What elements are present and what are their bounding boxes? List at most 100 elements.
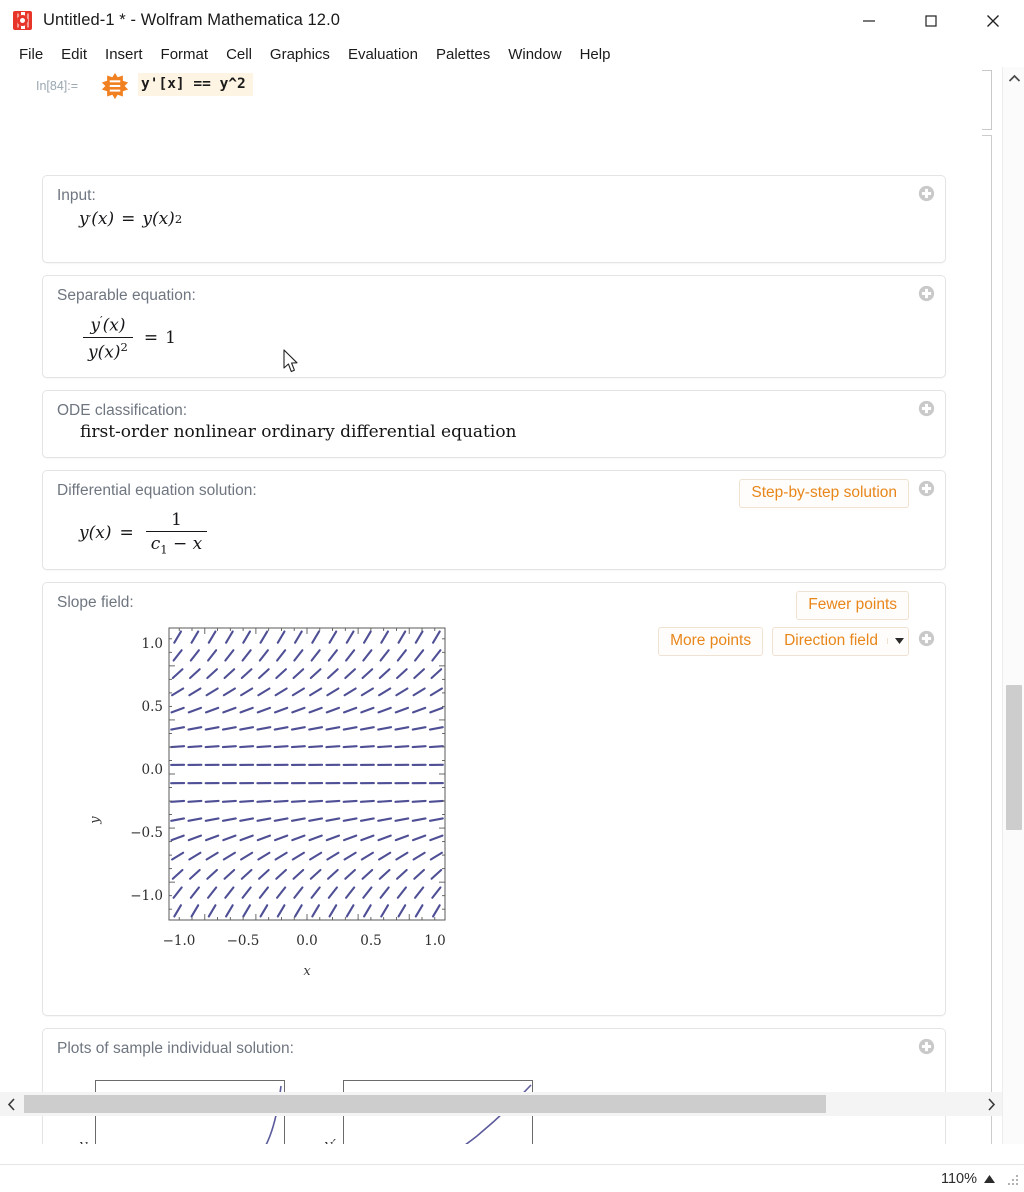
- solution-lhs-fn: y: [79, 523, 89, 544]
- step-by-step-solution-button[interactable]: Step-by-step solution: [739, 479, 909, 508]
- close-button[interactable]: [962, 0, 1024, 41]
- menu-item-palettes[interactable]: Palettes: [427, 44, 499, 65]
- svg-text:0.5: 0.5: [360, 933, 381, 949]
- notebook-canvas[interactable]: In[84]:= y'[x] == y^2 Input: y ′ (x) = y (x…: [0, 67, 1002, 1144]
- chevron-up-icon[interactable]: [1003, 67, 1024, 89]
- pod-ode-classification[interactable]: ODE classification: first-order nonlinea…: [42, 390, 946, 458]
- solution-denominator: c1 − x: [145, 531, 208, 557]
- menu-item-graphics[interactable]: Graphics: [261, 44, 339, 65]
- pod-slope-field[interactable]: Slope field: Fewer points More points Di…: [42, 582, 946, 1016]
- slope-field-plot[interactable]: y 1.0 0.5 0.0 −0.5 −1.0 −1.0 −0.5 0.0 0.…: [91, 620, 511, 980]
- plus-circle-icon[interactable]: [918, 1038, 935, 1055]
- solution-pod-buttons: Step-by-step solution: [739, 479, 909, 508]
- caret-up-icon[interactable]: [984, 1174, 995, 1183]
- alpha-results-pods: Input: y ′ (x) = y (x) 2 Separable equation:…: [42, 175, 946, 1144]
- input-equals: =: [121, 209, 136, 229]
- solution-numerator: 1: [171, 510, 182, 530]
- menu-item-file[interactable]: File: [10, 44, 52, 65]
- pod-title-sample-solution-plots: Plots of sample individual solution:: [57, 1040, 294, 1057]
- pod-title-separable-equation: Separable equation:: [57, 287, 196, 304]
- svg-text:1.0: 1.0: [142, 636, 163, 652]
- statusbar: 110%: [0, 1164, 1024, 1192]
- horizontal-scrollbar[interactable]: [0, 1092, 1002, 1116]
- input-cell[interactable]: In[84]:= y'[x] == y^2: [0, 70, 1002, 108]
- menu-item-help[interactable]: Help: [571, 44, 620, 65]
- pod-differential-equation-solution[interactable]: Differential equation solution: y (x) = 1…: [42, 470, 946, 570]
- window-title: Untitled-1 * - Wolfram Mathematica 12.0: [43, 11, 341, 29]
- window-controls: [838, 0, 1024, 41]
- menu-item-evaluation[interactable]: Evaluation: [339, 44, 427, 65]
- solution-den-subscript: 1: [160, 542, 168, 557]
- separable-fraction: y′(x) y(x)2: [83, 313, 133, 362]
- chevron-left-icon[interactable]: [0, 1092, 22, 1116]
- input-lhs-fn: y: [79, 209, 89, 229]
- separable-rhs: 1: [165, 327, 176, 348]
- input-rhs-fn: y: [142, 209, 152, 229]
- chevron-right-icon[interactable]: [980, 1092, 1002, 1116]
- svg-text:−1.0: −1.0: [130, 888, 163, 904]
- minimize-button[interactable]: [838, 0, 900, 41]
- window-titlebar: Untitled-1 * - Wolfram Mathematica 12.0: [0, 0, 1024, 41]
- input-cell-bracket[interactable]: [982, 70, 992, 130]
- horizontal-scrollbar-track[interactable]: [22, 1092, 980, 1116]
- maximize-button[interactable]: [900, 0, 962, 41]
- svg-text:1.0: 1.0: [424, 933, 445, 949]
- separable-num-arg: (x): [102, 315, 126, 336]
- svg-text:−0.5: −0.5: [227, 933, 260, 949]
- plus-circle-icon[interactable]: [918, 480, 935, 497]
- solution-den-c: c: [150, 534, 161, 554]
- svg-text:−0.5: −0.5: [130, 825, 163, 841]
- separable-numerator: y′(x): [85, 313, 130, 337]
- input-rhs-arg: (x): [151, 209, 175, 229]
- menu-item-cell[interactable]: Cell: [217, 44, 261, 65]
- input-rhs-exponent: 2: [174, 212, 183, 226]
- pod-separable-equation[interactable]: Separable equation: y′(x) y(x)2 = 1: [42, 275, 946, 378]
- vertical-scrollbar-thumb[interactable]: [1006, 685, 1022, 830]
- input-lhs-arg: (x): [91, 209, 115, 229]
- wolfram-spikey-icon: [13, 11, 32, 30]
- ode-classification-text: first-order nonlinear ordinary different…: [80, 422, 517, 442]
- menubar: File Edit Insert Format Cell Graphics Ev…: [0, 41, 1024, 67]
- pod-title-input: Input:: [57, 187, 96, 204]
- pod-sample-solution-plots[interactable]: Plots of sample individual solution: y y…: [42, 1028, 946, 1144]
- separable-num-fn: y: [90, 315, 100, 336]
- plus-circle-icon[interactable]: [918, 630, 935, 647]
- menu-item-window[interactable]: Window: [499, 44, 570, 65]
- input-expression: y ′ (x) = y (x) 2: [79, 209, 182, 229]
- separable-equals: =: [143, 327, 159, 348]
- wolfram-alpha-burst-icon: [101, 72, 129, 100]
- sample-plot-2-ylabel: y′: [324, 1136, 336, 1144]
- resize-grip-icon[interactable]: [1007, 1172, 1021, 1186]
- input-cell-code[interactable]: y'[x] == y^2: [138, 73, 253, 96]
- svg-text:y: y: [91, 816, 103, 825]
- output-cell-bracket[interactable]: [982, 135, 992, 1144]
- separable-den-fn: y: [88, 342, 98, 363]
- input-cell-label: In[84]:=: [36, 79, 79, 93]
- plus-circle-icon[interactable]: [918, 185, 935, 202]
- solution-fraction: 1 c1 − x: [145, 510, 208, 557]
- separable-denominator: y(x)2: [83, 336, 133, 363]
- plus-circle-icon[interactable]: [918, 285, 935, 302]
- solution-expression: y (x) = 1 c1 − x: [79, 510, 211, 556]
- slope-field-plot-wrapper: y 1.0 0.5 0.0 −0.5 −1.0 −1.0 −0.5 0.0 0.…: [43, 612, 945, 1032]
- plus-circle-icon[interactable]: [918, 400, 935, 417]
- pod-input[interactable]: Input: y ′ (x) = y (x) 2: [42, 175, 946, 263]
- solution-den-rest: − x: [173, 534, 203, 554]
- zoom-level[interactable]: 110%: [941, 1171, 977, 1187]
- menu-item-insert[interactable]: Insert: [96, 44, 152, 65]
- solution-equals: =: [119, 523, 134, 544]
- svg-text:0.0: 0.0: [142, 762, 163, 778]
- menu-item-edit[interactable]: Edit: [52, 44, 96, 65]
- vertical-scrollbar[interactable]: [1002, 67, 1024, 1144]
- menu-item-format[interactable]: Format: [152, 44, 218, 65]
- sample-plot-1-ylabel: y: [79, 1136, 87, 1144]
- svg-text:−1.0: −1.0: [163, 933, 196, 949]
- separable-den-arg: (x): [97, 342, 121, 363]
- separable-den-exponent: 2: [120, 339, 128, 354]
- svg-text:0.0: 0.0: [296, 933, 317, 949]
- svg-text:0.5: 0.5: [142, 699, 163, 715]
- solution-lhs-arg: (x): [88, 523, 112, 544]
- svg-text:x: x: [303, 964, 311, 979]
- separable-equation-expression: y′(x) y(x)2 = 1: [79, 313, 176, 362]
- horizontal-scrollbar-thumb[interactable]: [24, 1095, 826, 1113]
